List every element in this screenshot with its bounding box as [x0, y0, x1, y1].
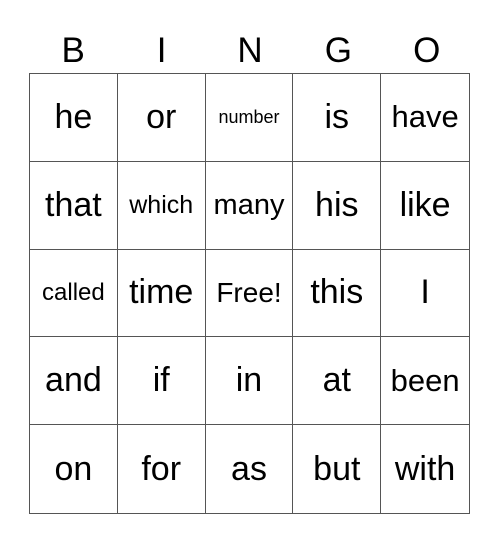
bingo-cell[interactable]: is [293, 74, 382, 162]
bingo-cell[interactable]: on [30, 425, 118, 513]
free-space-cell[interactable]: Free! [205, 249, 294, 338]
bingo-cell[interactable]: with [381, 425, 469, 513]
header-letter-n: N [237, 31, 263, 70]
bingo-cell[interactable]: his [293, 161, 382, 250]
bingo-cell[interactable]: as [206, 425, 294, 513]
bingo-cell[interactable]: this [293, 249, 382, 338]
bingo-cell[interactable]: and [30, 337, 118, 426]
bingo-cell[interactable]: or [117, 74, 206, 162]
header-letter-i: I [156, 31, 167, 70]
header-letter-g: G [324, 31, 352, 70]
bingo-cell[interactable]: in [205, 337, 294, 426]
bingo-cell[interactable]: been [381, 337, 469, 426]
header-letter-b: B [61, 31, 85, 70]
bingo-cell[interactable]: he [30, 74, 118, 162]
bingo-cell[interactable]: have [381, 74, 469, 162]
bingo-header: B I N G O [29, 30, 471, 72]
bingo-cell[interactable]: at [293, 337, 382, 426]
bingo-cell[interactable]: time [117, 249, 206, 338]
bingo-cell[interactable]: that [30, 161, 118, 250]
bingo-cell[interactable]: if [117, 337, 206, 426]
bingo-cell[interactable]: which [117, 161, 206, 250]
bingo-cell[interactable]: for [118, 425, 206, 513]
bingo-cell[interactable]: I [381, 250, 469, 338]
bingo-cell[interactable]: number [205, 74, 294, 162]
bingo-grid: he or number is have that which many his… [29, 73, 470, 514]
bingo-cell[interactable]: called [30, 249, 118, 338]
header-letter-o: O [413, 31, 441, 70]
bingo-cell[interactable]: many [205, 161, 294, 250]
bingo-cell[interactable]: like [381, 162, 469, 250]
bingo-cell[interactable]: but [293, 425, 382, 513]
